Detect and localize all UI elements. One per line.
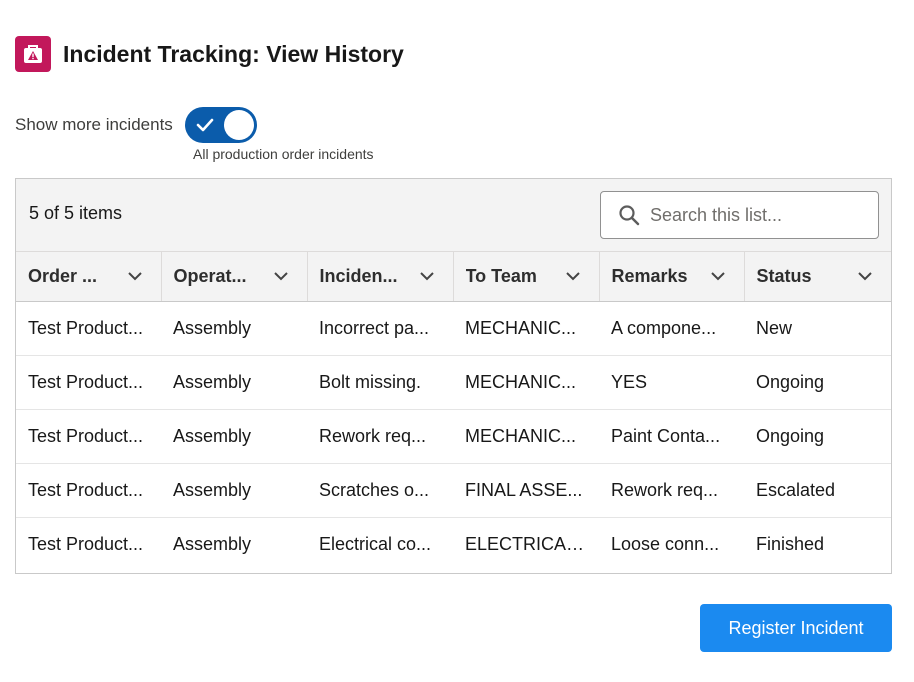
column-header-label: Remarks — [611, 266, 688, 287]
cell-to-team: MECHANIC... — [453, 409, 599, 464]
chevron-down-icon[interactable] — [273, 269, 289, 283]
page-header: Incident Tracking: View History — [15, 36, 404, 72]
toggle-knob — [223, 110, 254, 140]
table-row: Test Product... Assembly Scratches o... … — [16, 463, 891, 518]
show-more-incidents-toggle[interactable] — [184, 107, 257, 143]
cell-status: Ongoing — [744, 409, 891, 464]
toggle-sublabel: All production order incidents — [193, 146, 374, 162]
cell-remarks: Rework req... — [599, 463, 744, 518]
cell-remarks: Paint Conta... — [599, 409, 744, 464]
item-count: 5 of 5 items — [29, 203, 123, 223]
table-header-row: Order ... Operat... Inciden... To Team R… — [16, 252, 892, 302]
table-row: Test Product... Assembly Rework req... M… — [16, 409, 891, 464]
column-header-label: Status — [756, 266, 812, 287]
cell-status: Finished — [756, 533, 825, 554]
toggle-label: Show more incidents — [15, 115, 173, 134]
chevron-down-icon[interactable] — [857, 269, 873, 283]
cell-operation: Assembly — [161, 301, 307, 356]
cell-operation: Assembly — [161, 355, 307, 410]
cell-incident: Bolt missing. — [307, 355, 453, 410]
cell-status: Ongoing — [744, 355, 891, 410]
column-header-remarks[interactable]: Remarks — [599, 252, 745, 302]
column-header-status[interactable]: Status — [744, 252, 892, 302]
search-box[interactable] — [600, 191, 879, 239]
table-row: Test Product... Assembly Electrical co..… — [16, 517, 891, 571]
table-row: Test Product... Assembly Incorrect pa...… — [16, 301, 891, 356]
column-header-label: Inciden... — [319, 266, 398, 287]
cell-remarks: Loose conn... — [611, 533, 720, 554]
cell-order: Test Product... — [16, 355, 161, 410]
cell-status: New — [744, 301, 891, 356]
cell-incident: Scratches o... — [307, 463, 453, 518]
cell-incident: Electrical co... — [319, 533, 432, 554]
cell-to-team: MECHANIC... — [453, 301, 599, 356]
cell-incident: Rework req... — [307, 409, 453, 464]
cell-incident: Incorrect pa... — [307, 301, 453, 356]
cell-status: Escalated — [744, 463, 891, 518]
cell-to-team: MECHANIC... — [453, 355, 599, 410]
cell-to-team: ELECTRICAL... — [465, 533, 592, 554]
column-header-incident[interactable]: Inciden... — [307, 252, 454, 302]
check-icon — [196, 118, 214, 132]
column-header-operation[interactable]: Operat... — [161, 252, 308, 302]
register-incident-button[interactable]: Register Incident — [700, 604, 892, 652]
chevron-down-icon[interactable] — [419, 269, 435, 283]
cell-order: Test Product... — [28, 533, 144, 554]
incident-table: Order ... Operat... Inciden... To Team R… — [16, 252, 892, 571]
cell-operation: Assembly — [173, 533, 252, 554]
search-input[interactable] — [650, 204, 870, 226]
cell-operation: Assembly — [161, 463, 307, 518]
chevron-down-icon[interactable] — [127, 269, 143, 283]
column-header-label: Operat... — [173, 266, 247, 287]
table-toolbar: 5 of 5 items — [16, 179, 891, 252]
column-header-to-team[interactable]: To Team — [453, 252, 600, 302]
search-icon — [619, 205, 640, 226]
column-header-label: Order ... — [28, 266, 98, 287]
cell-order: Test Product... — [16, 409, 161, 464]
incident-table-card: 5 of 5 items Order ... Operat... Inciden… — [15, 178, 892, 574]
page-title: Incident Tracking: View History — [63, 40, 404, 67]
cell-remarks: A compone... — [599, 301, 744, 356]
table-row: Test Product... Assembly Bolt missing. M… — [16, 355, 891, 410]
cell-remarks: YES — [599, 355, 744, 410]
cell-to-team: FINAL ASSE... — [453, 463, 599, 518]
cell-order: Test Product... — [16, 463, 161, 518]
cell-operation: Assembly — [161, 409, 307, 464]
warning-briefcase-icon — [15, 36, 51, 72]
show-more-toggle-row: Show more incidents — [15, 107, 257, 143]
column-header-order[interactable]: Order ... — [16, 252, 162, 302]
chevron-down-icon[interactable] — [565, 269, 581, 283]
column-header-label: To Team — [465, 266, 537, 287]
cell-order: Test Product... — [16, 301, 161, 356]
chevron-down-icon[interactable] — [710, 269, 726, 283]
